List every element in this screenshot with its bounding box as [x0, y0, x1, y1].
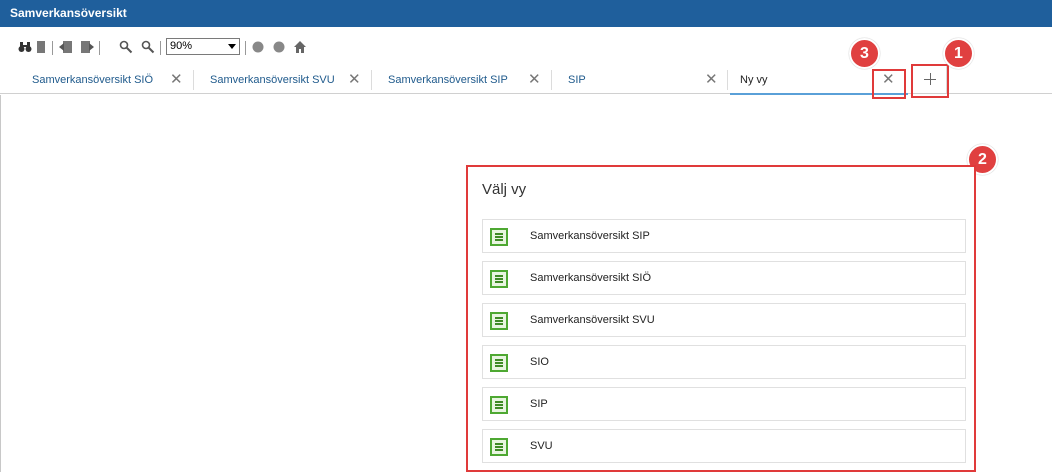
zoom-out-icon[interactable] — [119, 40, 133, 54]
view-item[interactable]: Samverkansöversikt SIP — [482, 219, 966, 253]
circle-icon[interactable] — [272, 40, 286, 54]
list-view-icon — [490, 228, 508, 246]
next-page-icon[interactable] — [80, 40, 94, 54]
toolbar-separator — [99, 41, 100, 55]
view-item-label: SIO — [530, 356, 549, 368]
tab-label: SIP — [568, 74, 586, 86]
close-icon[interactable]: ✕ — [348, 66, 361, 93]
view-item[interactable]: SIO — [482, 345, 966, 379]
page-icon[interactable] — [34, 40, 48, 54]
close-icon[interactable]: ✕ — [528, 66, 541, 93]
home-icon[interactable] — [293, 40, 307, 54]
view-picker-panel: Välj vy Samverkansöversikt SIP Samverkan… — [466, 165, 976, 472]
tab-separator — [371, 70, 372, 90]
binoculars-icon[interactable] — [18, 40, 32, 54]
list-view-icon — [490, 396, 508, 414]
list-view-icon — [490, 354, 508, 372]
tab-samverkan-svu[interactable]: Samverkansöversikt SVU ✕ — [200, 66, 365, 93]
highlight-box-close — [872, 69, 906, 99]
tab-samverkan-sip[interactable]: Samverkansöversikt SIP ✕ — [378, 66, 548, 93]
list-view-icon — [490, 270, 508, 288]
tab-separator — [193, 70, 194, 90]
callout-badge-1: 1 — [943, 38, 974, 69]
tab-separator — [551, 70, 552, 90]
tab-label: Samverkansöversikt SIP — [388, 74, 508, 86]
toolbar-separator — [160, 41, 161, 55]
prev-page-icon[interactable] — [59, 40, 73, 54]
tab-label: Samverkansöversikt SIÖ — [32, 74, 154, 86]
view-item-label: SVU — [530, 440, 553, 452]
view-item-label: Samverkansöversikt SIÖ — [530, 272, 652, 284]
view-item[interactable]: SIP — [482, 387, 966, 421]
view-picker-title: Välj vy — [482, 181, 527, 198]
view-item[interactable]: SVU — [482, 429, 966, 463]
chevron-down-icon — [228, 44, 236, 49]
close-icon[interactable]: ✕ — [170, 66, 183, 93]
callout-badge-3: 3 — [849, 38, 880, 69]
tab-label: Samverkansöversikt SVU — [210, 74, 335, 86]
tab-separator — [727, 70, 728, 90]
tab-sip[interactable]: SIP ✕ — [558, 66, 723, 93]
zoom-in-icon[interactable] — [141, 40, 155, 54]
view-item-label: Samverkansöversikt SIP — [530, 230, 650, 242]
view-item[interactable]: Samverkansöversikt SVU — [482, 303, 966, 337]
close-icon[interactable]: ✕ — [705, 66, 718, 93]
toolbar-separator — [52, 41, 53, 55]
tab-label: Ny vy — [740, 74, 768, 86]
content-border — [0, 95, 1, 472]
zoom-select[interactable]: 90% — [166, 38, 240, 55]
window-title: Samverkansöversikt — [0, 0, 1052, 27]
toolbar: 90% — [0, 38, 306, 60]
tab-samverkan-sio[interactable]: Samverkansöversikt SIÖ ✕ — [22, 66, 187, 93]
zoom-value: 90% — [170, 40, 193, 52]
highlight-box-add — [911, 64, 949, 98]
view-item-label: Samverkansöversikt SVU — [530, 314, 655, 326]
list-view-icon — [490, 438, 508, 456]
list-view-icon — [490, 312, 508, 330]
view-item[interactable]: Samverkansöversikt SIÖ — [482, 261, 966, 295]
view-item-label: SIP — [530, 398, 548, 410]
circle-icon[interactable] — [251, 40, 265, 54]
toolbar-separator — [245, 41, 246, 55]
